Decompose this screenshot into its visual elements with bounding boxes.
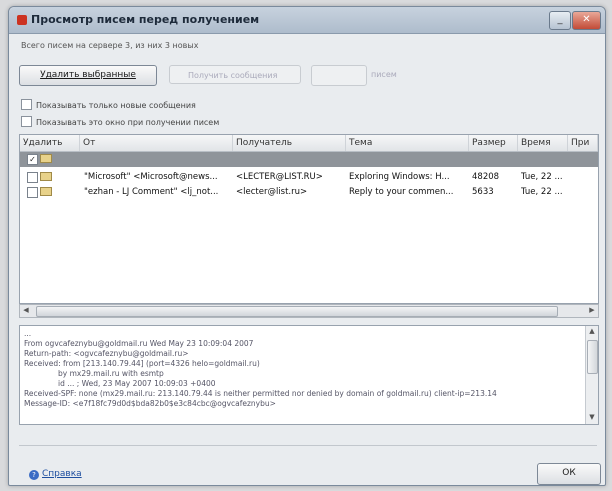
- envelope-icon: [40, 154, 52, 163]
- vertical-scroll-thumb[interactable]: [587, 340, 598, 374]
- close-button[interactable]: ✕: [572, 11, 601, 30]
- messages-table: Удалить От Получатель Тема Размер Время …: [19, 134, 599, 304]
- delete-selected-button[interactable]: Удалить выбранные: [19, 65, 157, 86]
- table-row[interactable]: "Microsoft" <Microsoft@news... <LECTER@L…: [20, 170, 598, 185]
- show-window-checkbox[interactable]: [21, 116, 32, 127]
- vertical-scrollbar[interactable]: ▲ ▼: [585, 326, 598, 424]
- from-cell: "ezhan - LJ Comment" <lj_not...: [84, 187, 219, 197]
- receive-messages-button[interactable]: Получить сообщения: [169, 65, 301, 84]
- preview-mail-dialog: Просмотр писем перед получением _ ✕ Всег…: [8, 6, 606, 486]
- size-cell: [472, 152, 516, 167]
- size-cell: 5633: [472, 187, 494, 197]
- only-new-label: Показывать только новые сообщения: [36, 101, 196, 110]
- size-cell: 48208: [472, 172, 500, 182]
- column-size[interactable]: Размер: [469, 135, 518, 151]
- header-line: From ogvcafeznybu@goldmail.ru Wed May 23…: [24, 339, 254, 348]
- column-time[interactable]: Время: [518, 135, 568, 151]
- horizontal-scrollbar[interactable]: ◀ ▶: [19, 304, 599, 318]
- subject-cell: [349, 152, 467, 167]
- column-recipient[interactable]: Получатель: [233, 135, 346, 151]
- message-headers-panel[interactable]: ... From ogvcafeznybu@goldmail.ru Wed Ma…: [19, 325, 599, 425]
- show-window-option[interactable]: Показывать это окно при получении писем: [21, 116, 219, 127]
- column-from[interactable]: От: [80, 135, 233, 151]
- footer-divider: [19, 445, 597, 446]
- table-row[interactable]: "ezhan - LJ Comment" <lj_not... <lecter@…: [20, 185, 598, 200]
- table-header: Удалить От Получатель Тема Размер Время …: [20, 135, 598, 152]
- header-line: id ... ; Wed, 23 May 2007 10:09:03 +0400: [58, 379, 216, 388]
- delete-checkbox[interactable]: ✓: [27, 154, 38, 165]
- help-icon: ?: [29, 470, 39, 480]
- only-new-option[interactable]: Показывать только новые сообщения: [21, 99, 196, 110]
- delete-checkbox[interactable]: [27, 172, 38, 183]
- header-line: Received: from [213.140.79.44] (port=432…: [24, 359, 260, 368]
- count-label: писем: [371, 70, 397, 79]
- header-line: by mx29.mail.ru with esmtp: [58, 369, 164, 378]
- scroll-right-arrow-icon[interactable]: ▶: [586, 305, 598, 316]
- header-line: Received-SPF: none (mx29.mail.ru: 213.14…: [24, 389, 497, 398]
- horizontal-scroll-thumb[interactable]: [36, 306, 558, 317]
- column-attachment[interactable]: При: [568, 135, 598, 151]
- scroll-up-arrow-icon[interactable]: ▲: [586, 326, 598, 337]
- recipient-cell: <LECTER@LIST.RU>: [236, 172, 323, 182]
- subject-cell: Exploring Windows: H...: [349, 172, 450, 182]
- column-subject[interactable]: Тема: [346, 135, 469, 151]
- from-cell: "Microsoft" <Microsoft@news...: [84, 172, 218, 182]
- recipient-cell: <lecter@list.ru>: [236, 187, 308, 197]
- window-title: Просмотр писем перед получением: [31, 13, 260, 26]
- header-line: ...: [24, 329, 32, 338]
- show-window-label: Показывать это окно при получении писем: [36, 118, 220, 127]
- envelope-icon: [40, 172, 52, 181]
- header-line: Return-path: <ogvcafeznybu@goldmail.ru>: [24, 349, 189, 358]
- server-info-text: Всего писем на сервере 3, из них 3 новых: [21, 41, 199, 50]
- help-link[interactable]: ? Справка: [29, 469, 82, 480]
- minimize-button[interactable]: _: [549, 11, 571, 30]
- time-cell: [521, 152, 567, 167]
- only-new-checkbox[interactable]: [21, 99, 32, 110]
- count-field[interactable]: [311, 65, 367, 86]
- scroll-down-arrow-icon[interactable]: ▼: [586, 412, 598, 423]
- help-label: Справка: [42, 469, 82, 479]
- time-cell: Tue, 22 ...: [521, 187, 563, 197]
- recipient-cell: [236, 152, 344, 167]
- app-icon: [17, 15, 27, 25]
- subject-cell: Reply to your commen...: [349, 187, 454, 197]
- from-cell: [84, 152, 230, 167]
- column-delete[interactable]: Удалить: [20, 135, 80, 151]
- header-line: Message-ID: <e7f18fc79d0d$bda82b0$e3c84c…: [24, 399, 276, 408]
- table-row[interactable]: ✓: [20, 152, 598, 167]
- title-bar[interactable]: Просмотр писем перед получением _ ✕: [9, 7, 605, 34]
- delete-checkbox[interactable]: [27, 187, 38, 198]
- scroll-left-arrow-icon[interactable]: ◀: [20, 305, 32, 316]
- time-cell: Tue, 22 ...: [521, 172, 563, 182]
- envelope-icon: [40, 187, 52, 196]
- ok-button[interactable]: ОК: [537, 463, 601, 485]
